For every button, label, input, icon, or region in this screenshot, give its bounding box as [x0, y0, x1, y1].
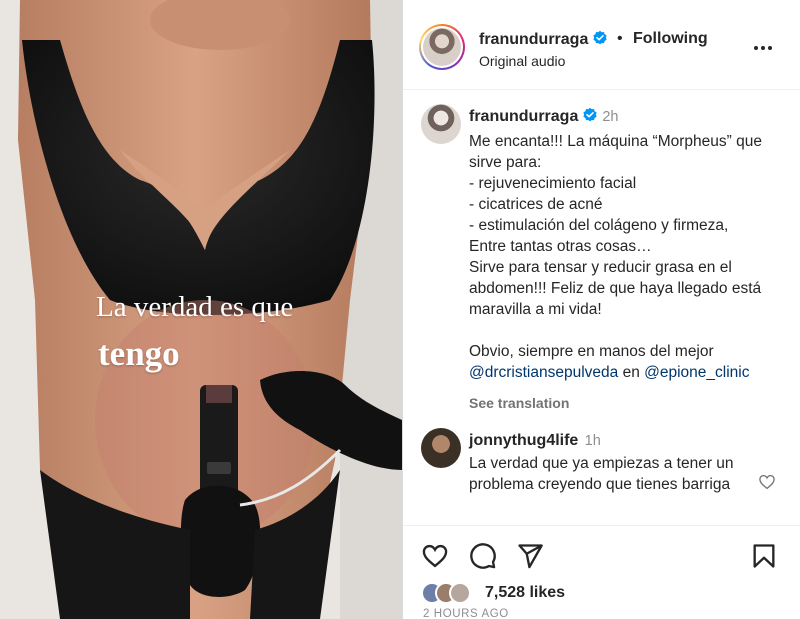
author-username[interactable]: franundurraga — [479, 31, 588, 48]
likes-count[interactable]: 7,528 likes — [485, 584, 565, 602]
commenter-avatar[interactable] — [421, 428, 461, 468]
avatar — [449, 582, 471, 604]
liked-by-avatars[interactable] — [421, 582, 481, 604]
comment-bubble-icon[interactable] — [469, 542, 497, 570]
avatar — [423, 28, 461, 66]
mention-link[interactable]: @drcristiansepulveda — [469, 364, 618, 381]
like-heart-icon[interactable] — [421, 542, 449, 570]
caption-timestamp[interactable]: 2h — [602, 109, 618, 125]
caption-username[interactable]: franundurraga — [469, 108, 578, 125]
more-options-icon[interactable] — [751, 36, 775, 60]
following-button[interactable]: Following — [633, 30, 708, 48]
caption-avatar[interactable] — [421, 104, 461, 144]
post-actions: 7,528 likes 2 HOURS AGO — [403, 525, 800, 619]
verified-badge-icon — [592, 30, 608, 51]
overlay-caption-line-2: tengo — [98, 334, 180, 373]
mention-link[interactable]: @epione_clinic — [644, 364, 749, 381]
post-time-ago: 2 HOURS AGO — [423, 608, 509, 619]
verified-badge-icon — [582, 107, 598, 129]
author-avatar-story-ring[interactable] — [419, 24, 465, 70]
original-audio-link[interactable]: Original audio — [479, 53, 565, 69]
comment-text: La verdad que ya empiezas a tener un pro… — [469, 454, 734, 494]
overlay-caption-line-1: La verdad es que — [96, 291, 294, 323]
share-send-icon[interactable] — [516, 542, 544, 570]
commenter-username[interactable]: jonnythug4life — [469, 432, 578, 449]
save-bookmark-icon[interactable] — [750, 542, 778, 570]
post-details-panel: franundurraga • Following Original audio… — [403, 0, 800, 619]
caption-text: Me encanta!!! La máquina “Morpheus” que … — [469, 133, 762, 360]
comment-like-icon[interactable] — [758, 473, 776, 491]
comment-timestamp[interactable]: 1h — [585, 433, 601, 449]
caption-connector: en — [618, 364, 645, 381]
post-media[interactable]: La verdad es que tengo — [0, 0, 402, 619]
post-header: franundurraga • Following Original audio — [403, 0, 800, 90]
separator-dot: • — [617, 30, 623, 47]
see-translation-link[interactable]: See translation — [469, 393, 789, 414]
